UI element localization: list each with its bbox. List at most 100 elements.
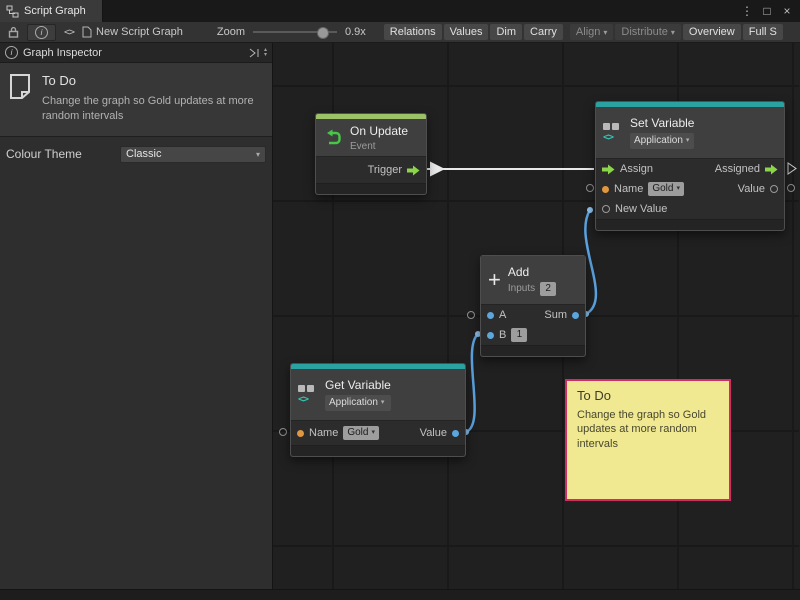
bottom-scrollbar[interactable] <box>0 589 800 600</box>
node-footer <box>316 183 426 194</box>
port-new-value-label: New Value <box>615 203 667 215</box>
dropdown-arrow-icon: ▾ <box>686 134 690 148</box>
value-output-port[interactable] <box>452 430 459 437</box>
zoom-slider[interactable] <box>253 26 337 38</box>
inspector-toggle-button[interactable]: i <box>27 24 56 41</box>
zoom-value: 0.9x <box>345 26 366 38</box>
variable-scope-dropdown[interactable]: Application ▾ <box>630 133 694 149</box>
colour-theme-dropdown[interactable]: Classic ▾ <box>120 146 266 163</box>
node-footer <box>481 345 585 356</box>
variable-name-dropdown[interactable]: Gold ▾ <box>648 182 684 196</box>
flow-output-port[interactable] <box>407 165 420 176</box>
colour-theme-row: Colour Theme Classic ▾ <box>0 137 272 172</box>
input-port-a[interactable] <box>487 312 494 319</box>
string-port-icon[interactable] <box>602 186 609 193</box>
node-footer <box>596 219 784 230</box>
output-port-sum[interactable] <box>572 312 579 319</box>
toolbar-button-values[interactable]: Values <box>444 24 489 40</box>
node-set-variable[interactable]: <> Set Variable Application ▾ <box>595 101 785 231</box>
unity-visual-scripting-window: Script Graph ⋮ □ × i <> New Script Graph… <box>0 0 800 600</box>
variable-name-dropdown[interactable]: Gold ▾ <box>343 426 379 440</box>
maximize-icon[interactable]: □ <box>758 4 776 18</box>
new-value-input-port[interactable] <box>602 205 610 213</box>
input-port-b[interactable] <box>487 332 494 339</box>
graph-canvas[interactable]: On Update Event Trigger <box>273 43 799 589</box>
port-name-label: Name <box>309 427 338 439</box>
port-setvariable-value-external[interactable] <box>788 185 795 192</box>
port-trigger-label: Trigger <box>368 164 402 176</box>
new-script-graph-button[interactable]: New Script Graph <box>82 26 183 38</box>
info-icon: i <box>5 46 18 59</box>
sticky-note-icon <box>8 73 32 100</box>
sticky-note-title: To Do <box>577 388 719 403</box>
string-port-icon[interactable] <box>297 430 304 437</box>
toolbar-button-dim[interactable]: Dim <box>490 24 522 40</box>
flow-output-port[interactable] <box>765 164 778 175</box>
node-get-variable[interactable]: <> Get Variable Application ▾ Name <box>290 363 466 457</box>
dropdown-arrow-icon: ▾ <box>381 396 385 410</box>
new-script-graph-label: New Script Graph <box>96 26 183 38</box>
dropdown-arrow-icon: ▾ <box>256 150 260 159</box>
spinner-icon[interactable]: ▴▾ <box>264 48 267 58</box>
wire-endpoint <box>587 207 593 213</box>
port-assign-label: Assign <box>620 163 653 175</box>
wire-flow-arrowhead <box>430 162 445 177</box>
graph-asset-icon <box>82 26 92 38</box>
variable-scope-dropdown[interactable]: Application ▾ <box>325 395 391 411</box>
toolbar-button-overview[interactable]: Overview <box>683 24 741 40</box>
dropdown-arrow-icon: ▾ <box>676 182 680 196</box>
add-icon: + <box>488 270 501 290</box>
code-view-icon[interactable]: <> <box>64 27 74 38</box>
port-add-a-external[interactable] <box>468 312 475 319</box>
variable-icon: <> <box>603 123 623 142</box>
dock-icon[interactable] <box>248 48 260 58</box>
port-setvariable-name-external[interactable] <box>587 185 594 192</box>
titlebar: Script Graph ⋮ □ × <box>0 0 800 22</box>
port-a-label: A <box>499 309 506 321</box>
zoom-slider-thumb[interactable] <box>317 27 329 39</box>
sticky-note-body: Change the graph so Gold updates at more… <box>577 408 719 451</box>
node-title: On Update <box>350 124 408 138</box>
node-subtitle: Event <box>350 141 408 152</box>
dropdown-arrow-icon: ▾ <box>671 28 675 37</box>
toolbar-buttons: Relations Values Dim Carry Align▾ Distri… <box>384 24 783 40</box>
wire-getvalue-to-add[interactable] <box>466 334 478 432</box>
b-value-field[interactable]: 1 <box>511 328 527 342</box>
variable-icon: <> <box>298 385 318 404</box>
tab-label: Script Graph <box>24 5 86 17</box>
flow-input-port[interactable] <box>602 164 615 175</box>
port-getvariable-name-external[interactable] <box>280 429 287 436</box>
toolbar-button-fullscreen[interactable]: Full S <box>743 24 783 40</box>
port-b-label: B <box>499 329 506 341</box>
close-icon[interactable]: × <box>778 4 796 18</box>
menu-icon[interactable]: ⋮ <box>738 4 756 18</box>
inputs-label: Inputs <box>508 283 535 294</box>
port-sum-label: Sum <box>544 309 567 321</box>
sticky-note[interactable]: To Do Change the graph so Gold updates a… <box>565 379 731 501</box>
value-output-port[interactable] <box>770 185 778 193</box>
dropdown-arrow-icon: ▾ <box>603 28 607 37</box>
graph-inspector-panel: i Graph Inspector ▴▾ To Do Change <box>0 43 273 589</box>
port-value-label: Value <box>738 183 765 195</box>
port-setvariable-assigned-external[interactable] <box>788 163 796 174</box>
node-add[interactable]: + Add Inputs 2 A Sum <box>480 255 586 357</box>
node-title: Get Variable <box>325 378 391 392</box>
zoom-label: Zoom <box>217 26 245 38</box>
colour-theme-label: Colour Theme <box>6 147 120 161</box>
tab-script-graph[interactable]: Script Graph <box>0 0 103 22</box>
toolbar-button-align[interactable]: Align▾ <box>570 24 613 40</box>
update-loop-icon <box>323 128 343 148</box>
toolbar-button-relations[interactable]: Relations <box>384 24 442 40</box>
toolbar-button-distribute[interactable]: Distribute▾ <box>615 24 680 40</box>
inspector-todo-card: To Do Change the graph so Gold updates a… <box>0 63 272 137</box>
graph-inspector-header: i Graph Inspector ▴▾ <box>0 43 272 63</box>
node-on-update[interactable]: On Update Event Trigger <box>315 113 427 195</box>
script-graph-icon <box>6 5 19 18</box>
inputs-count-field[interactable]: 2 <box>540 282 556 296</box>
node-title: Add <box>508 265 556 279</box>
dropdown-arrow-icon: ▾ <box>371 426 375 440</box>
lock-icon[interactable] <box>8 26 19 38</box>
toolbar-button-carry[interactable]: Carry <box>524 24 563 40</box>
graph-toolbar: i <> New Script Graph Zoom 0.9x Relation… <box>0 22 800 43</box>
graph-inspector-title: Graph Inspector <box>23 47 102 59</box>
